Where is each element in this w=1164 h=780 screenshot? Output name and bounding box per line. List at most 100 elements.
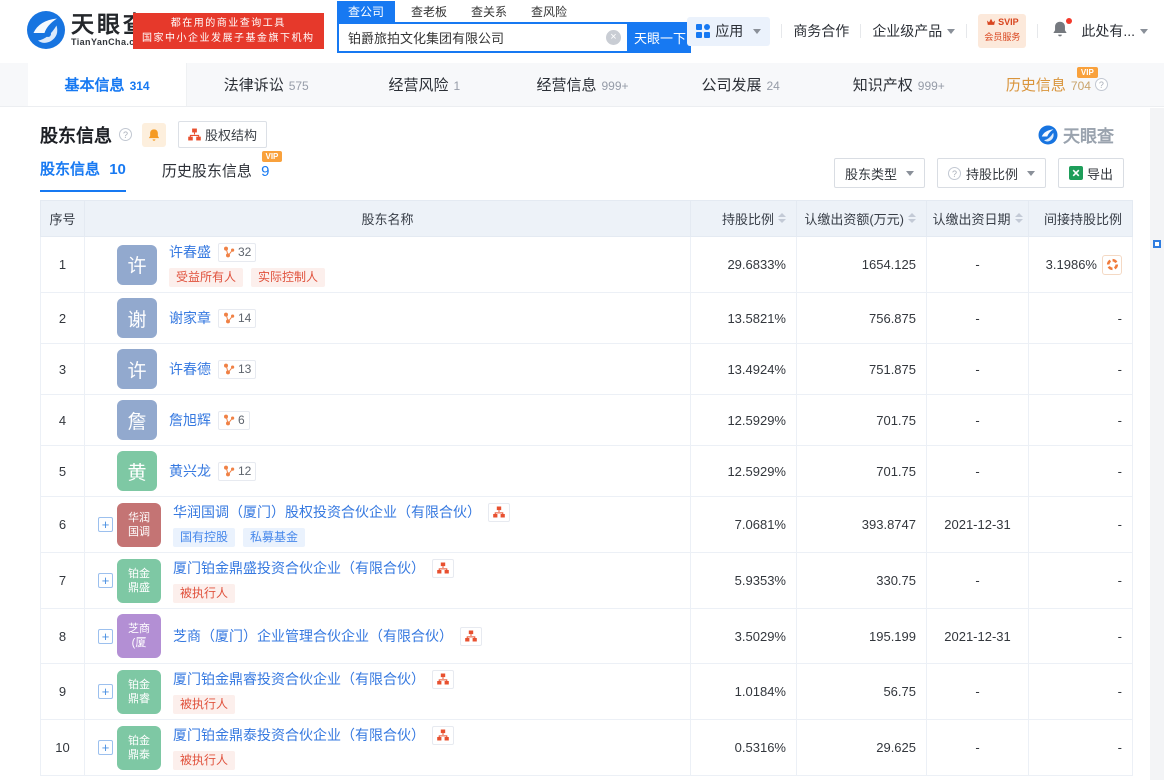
equity-chart-button[interactable] — [432, 670, 454, 689]
col-header-date[interactable]: 认缴出资日期 — [927, 201, 1029, 237]
expand-placeholder — [98, 311, 113, 326]
relationship-count-badge[interactable]: 13 — [218, 360, 256, 379]
equity-chart-button[interactable] — [432, 559, 454, 578]
shareholder-name-link[interactable]: 谢家章 — [169, 308, 211, 328]
subtab-history-shareholders[interactable]: VIP 历史股东信息 9 — [162, 160, 270, 192]
equity-penetration-icon[interactable] — [1102, 255, 1122, 275]
tab-company-development[interactable]: 公司发展 24 — [662, 63, 820, 106]
avatar[interactable]: 芝商(厦 — [117, 614, 161, 658]
relationship-count-badge[interactable]: 6 — [218, 411, 250, 430]
avatar[interactable]: 许 — [117, 349, 157, 389]
shareholder-name-link[interactable]: 厦门铂金鼎睿投资合伙企业（有限合伙） — [173, 669, 425, 689]
shareholder-tag[interactable]: 实际控制人 — [251, 268, 325, 287]
enterprise-products-link[interactable]: 企业级产品 — [872, 21, 955, 41]
row-index: 3 — [41, 344, 85, 395]
expand-button[interactable]: + — [98, 573, 113, 588]
relationship-count-badge[interactable]: 32 — [218, 243, 256, 262]
shareholder-table-body: 1许许春盛32受益所有人实际控制人29.6833%1654.125-3.1986… — [41, 237, 1133, 776]
shareholder-tag[interactable]: 受益所有人 — [169, 268, 243, 287]
table-row: 10+铂金鼎泰厦门铂金鼎泰投资合伙企业（有限合伙）被执行人0.5316%29.6… — [41, 720, 1133, 776]
table-row: 7+铂金鼎盛厦门铂金鼎盛投资合伙企业（有限合伙）被执行人5.9353%330.7… — [41, 553, 1133, 609]
monitor-bell-button[interactable] — [142, 123, 166, 147]
equity-chart-button[interactable] — [432, 726, 454, 745]
shareholder-name-cell: + 芝商(厦芝商（厦门）企业管理合伙企业（有限合伙） — [85, 609, 691, 664]
shareholder-name-cell: 詹詹旭辉 6 — [85, 395, 691, 446]
expand-button[interactable]: + — [98, 740, 113, 755]
shareholder-tag[interactable]: 被执行人 — [173, 751, 235, 770]
avatar[interactable]: 谢 — [117, 298, 157, 338]
shareholder-tag[interactable]: 私募基金 — [243, 528, 305, 547]
search-button[interactable]: 天眼一下 — [629, 22, 691, 53]
business-cooperation-link[interactable]: 商务合作 — [793, 21, 849, 41]
search-tab-relation[interactable]: 查关系 — [471, 1, 507, 22]
relationship-graph-icon — [223, 312, 235, 324]
relationship-count: 14 — [238, 311, 251, 325]
scrollbar-track[interactable] — [1150, 108, 1164, 780]
shareholder-name-link[interactable]: 芝商（厦门）企业管理合伙企业（有限合伙） — [173, 626, 453, 646]
watermark-text: 天眼查 — [1063, 122, 1114, 147]
relationship-count-badge[interactable]: 14 — [218, 309, 256, 328]
notifications-button[interactable] — [1051, 20, 1069, 43]
tianyancha-logo-icon[interactable] — [26, 10, 66, 50]
help-icon[interactable] — [1095, 78, 1108, 91]
ratio-cell: 13.4924% — [691, 344, 797, 395]
relationship-count-badge[interactable]: 12 — [218, 462, 256, 481]
ratio-filter[interactable]: 持股比例 — [937, 158, 1046, 188]
equity-chart-button[interactable] — [488, 503, 510, 522]
expand-button[interactable]: + — [98, 684, 113, 699]
export-button[interactable]: 导出 — [1058, 158, 1124, 188]
notification-dot — [1066, 18, 1072, 24]
tab-basic-info[interactable]: 基本信息 314 — [28, 63, 187, 106]
shareholder-name-link[interactable]: 厦门铂金鼎盛投资合伙企业（有限合伙） — [173, 558, 425, 578]
avatar[interactable]: 许 — [117, 245, 157, 285]
svip-membership-button[interactable]: SVIP 会员服务 — [978, 14, 1026, 48]
avatar[interactable]: 铂金鼎盛 — [117, 559, 161, 603]
col-header-amount[interactable]: 认缴出资额(万元) — [797, 201, 927, 237]
avatar[interactable]: 华润国调 — [117, 503, 161, 547]
search-input[interactable] — [337, 22, 629, 53]
avatar[interactable]: 铂金鼎泰 — [117, 726, 161, 770]
tab-legal-litigation[interactable]: 法律诉讼 575 — [187, 63, 345, 106]
expand-button[interactable]: + — [98, 517, 113, 532]
help-icon[interactable] — [119, 128, 132, 141]
equity-structure-button[interactable]: 股权结构 — [178, 121, 267, 148]
tab-intellectual-property[interactable]: 知识产权 999+ — [820, 63, 978, 106]
col-header-ratio[interactable]: 持股比例 — [691, 201, 797, 237]
expand-button[interactable]: + — [98, 629, 113, 644]
shareholder-name-link[interactable]: 黄兴龙 — [169, 461, 211, 481]
subtab-current-shareholders[interactable]: 股东信息 10 — [40, 158, 126, 192]
search-tab-boss[interactable]: 查老板 — [411, 1, 447, 22]
shareholder-tag[interactable]: 国有控股 — [173, 528, 235, 547]
row-index: 10 — [41, 720, 85, 776]
date-cell: 2021-12-31 — [927, 497, 1029, 553]
org-chart-icon — [437, 673, 449, 685]
date-cell: - — [927, 553, 1029, 609]
apps-menu-button[interactable]: 应用 — [687, 17, 770, 46]
tab-history-info[interactable]: VIP 历史信息 704 — [978, 63, 1136, 106]
search-tab-company[interactable]: 查公司 — [337, 1, 395, 22]
search-tab-risk[interactable]: 查风险 — [531, 1, 567, 22]
relationship-count: 32 — [238, 245, 251, 259]
shareholder-type-filter[interactable]: 股东类型 — [834, 158, 925, 188]
shareholder-name-link[interactable]: 华润国调（厦门）股权投资合伙企业（有限合伙） — [173, 502, 481, 522]
shareholder-name-link[interactable]: 詹旭辉 — [169, 410, 211, 430]
avatar[interactable]: 詹 — [117, 400, 157, 440]
shareholder-name-link[interactable]: 许春德 — [169, 359, 211, 379]
indirect-ratio-cell: - — [1029, 293, 1133, 344]
search-tabs: 查公司 查老板 查关系 查风险 — [337, 3, 691, 22]
shareholder-tag[interactable]: 被执行人 — [173, 584, 235, 603]
apps-label: 应用 — [715, 21, 743, 41]
help-icon — [948, 167, 961, 180]
shareholder-tag[interactable]: 被执行人 — [173, 695, 235, 714]
equity-chart-button[interactable] — [460, 627, 482, 646]
expand-placeholder — [98, 464, 113, 479]
user-menu[interactable]: 此处有... — [1081, 21, 1148, 41]
tab-operation-risk[interactable]: 经营风险 1 — [345, 63, 503, 106]
shareholder-name-link[interactable]: 厦门铂金鼎泰投资合伙企业（有限合伙） — [173, 725, 425, 745]
vip-badge: VIP — [262, 151, 283, 162]
tab-operation-info[interactable]: 经营信息 999+ — [503, 63, 661, 106]
shareholder-name-link[interactable]: 许春盛 — [169, 242, 211, 262]
avatar[interactable]: 铂金鼎睿 — [117, 670, 161, 714]
avatar[interactable]: 黄 — [117, 451, 157, 491]
clear-search-icon[interactable] — [606, 30, 621, 45]
